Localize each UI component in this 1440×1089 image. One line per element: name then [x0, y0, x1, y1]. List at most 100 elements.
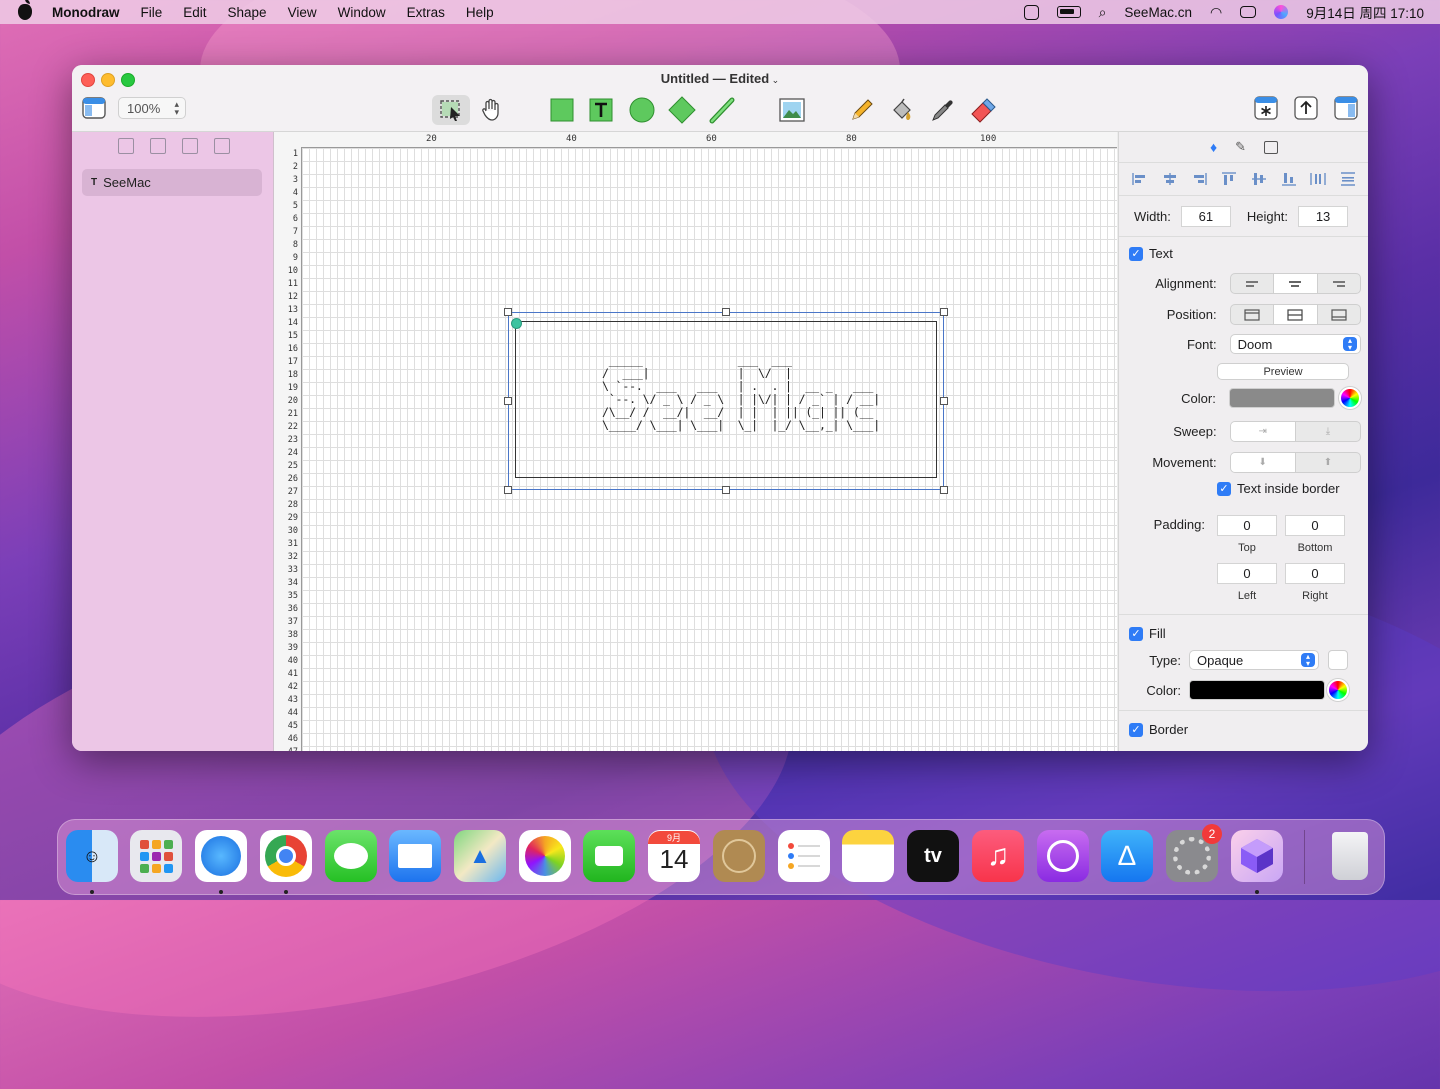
- safari-icon[interactable]: [195, 830, 247, 882]
- movement-segmented[interactable]: ⬇ ⬆: [1229, 452, 1361, 473]
- text-align-right-icon[interactable]: [1318, 274, 1360, 293]
- style-inspector-tab-icon[interactable]: ✎: [1235, 139, 1246, 155]
- finder-icon[interactable]: ☺: [66, 830, 118, 882]
- resize-handle-top-left[interactable]: [504, 308, 512, 316]
- contacts-icon[interactable]: [713, 830, 765, 882]
- fill-checkbox-row[interactable]: ✓ Fill: [1129, 626, 1166, 641]
- pencil-tool[interactable]: [843, 95, 881, 125]
- resize-handle-bottom-left[interactable]: [504, 486, 512, 494]
- anchor-handle[interactable]: [511, 318, 522, 329]
- move-down-icon[interactable]: ⬇: [1230, 453, 1296, 472]
- menu-view[interactable]: View: [288, 5, 317, 20]
- color-picker-icon[interactable]: [1339, 387, 1361, 409]
- position-middle-icon[interactable]: [1274, 305, 1318, 324]
- clock[interactable]: 9月14日 周四 17:10: [1306, 2, 1424, 22]
- sweep-vertical-icon[interactable]: ⤓: [1296, 422, 1360, 441]
- facetime-icon[interactable]: [583, 830, 635, 882]
- launchpad-icon[interactable]: [130, 830, 182, 882]
- search-icon[interactable]: ⌕: [1099, 4, 1107, 21]
- oval-tool[interactable]: [623, 95, 661, 125]
- app-status-icon[interactable]: [1023, 4, 1039, 20]
- monodraw-icon[interactable]: [1231, 830, 1283, 882]
- position-bottom-icon[interactable]: [1318, 305, 1360, 324]
- sidebar-toggle-button[interactable]: [82, 94, 106, 122]
- checkmark-icon[interactable]: ✓: [1129, 246, 1143, 261]
- group-icon[interactable]: [118, 138, 134, 154]
- battery-icon[interactable]: [1056, 6, 1081, 18]
- padding-left-field[interactable]: 0: [1217, 563, 1277, 584]
- padding-right-field[interactable]: 0: [1285, 563, 1345, 584]
- apple-tv-icon[interactable]: tv: [907, 830, 959, 882]
- zoom-level-stepper[interactable]: 100% ▴ ▾: [118, 97, 186, 119]
- menu-edit[interactable]: Edit: [183, 5, 206, 20]
- eraser-tool[interactable]: [963, 95, 1001, 125]
- reminders-icon[interactable]: [778, 830, 830, 882]
- resize-handle-bottom[interactable]: [722, 486, 730, 494]
- select-tool[interactable]: [432, 95, 470, 125]
- line-tool[interactable]: [703, 95, 741, 125]
- padding-top-field[interactable]: 0: [1217, 515, 1277, 536]
- distribute-horizontal-icon[interactable]: [1310, 172, 1327, 186]
- wifi-icon[interactable]: ◠: [1210, 4, 1222, 21]
- border-checkbox-row[interactable]: ✓ Border: [1129, 722, 1188, 737]
- podcasts-icon[interactable]: [1037, 830, 1089, 882]
- align-left-icon[interactable]: [1132, 172, 1148, 186]
- maps-icon[interactable]: ▲: [454, 830, 506, 882]
- align-top-icon[interactable]: [1221, 172, 1237, 186]
- text-tool[interactable]: [582, 95, 620, 125]
- text-align-left-icon[interactable]: [1231, 274, 1275, 293]
- sweep-segmented[interactable]: ⇥ ⤓: [1229, 421, 1361, 442]
- padding-bottom-field[interactable]: 0: [1285, 515, 1345, 536]
- system-preferences-icon[interactable]: 2: [1166, 824, 1222, 882]
- menu-window[interactable]: Window: [338, 5, 386, 20]
- checkmark-icon[interactable]: ✓: [1129, 722, 1143, 737]
- font-preview-button[interactable]: Preview: [1217, 363, 1349, 380]
- image-tool[interactable]: [773, 95, 811, 125]
- shape-inspector-tab-icon[interactable]: ♦: [1210, 139, 1217, 155]
- fill-color-well[interactable]: [1189, 680, 1325, 700]
- text-alignment-segmented[interactable]: [1229, 273, 1361, 294]
- mail-icon[interactable]: [389, 830, 441, 882]
- window-title[interactable]: Untitled — Edited ⌄: [72, 71, 1368, 86]
- resize-handle-top[interactable]: [722, 308, 730, 316]
- resize-handle-top-right[interactable]: [940, 308, 948, 316]
- ascii-text-art[interactable]: _____ ___ ___ / ___| | \/ | \ `--. ___ _…: [602, 354, 880, 432]
- eyedropper-tool[interactable]: [923, 95, 961, 125]
- trash-icon[interactable]: [1324, 830, 1376, 882]
- checkmark-icon[interactable]: ✓: [1217, 481, 1231, 496]
- width-field[interactable]: 61: [1180, 206, 1231, 227]
- calendar-icon[interactable]: 9月 14: [648, 830, 700, 882]
- chrome-icon[interactable]: [260, 830, 312, 882]
- notes-icon[interactable]: [842, 830, 894, 882]
- document-inspector-tab-icon[interactable]: [1264, 140, 1279, 154]
- align-right-icon[interactable]: [1191, 172, 1208, 186]
- move-up-icon[interactable]: ⬆: [1296, 453, 1360, 472]
- text-checkbox-row[interactable]: ✓ Text: [1129, 246, 1173, 261]
- height-field[interactable]: 13: [1298, 206, 1349, 227]
- distribute-vertical-icon[interactable]: [1340, 172, 1356, 186]
- menu-help[interactable]: Help: [466, 5, 494, 20]
- photos-icon[interactable]: [519, 830, 571, 882]
- align-bottom-icon[interactable]: [1281, 172, 1297, 186]
- drawing-canvas[interactable]: 20 40 60 80 100 1 2 3 4 5 6 7 8 9 10 11 12 13 14 15 16 1…: [274, 132, 1117, 751]
- rectangle-tool[interactable]: [543, 95, 581, 125]
- fill-type-popup[interactable]: Opaque ▴ ▾: [1189, 650, 1319, 670]
- siri-icon[interactable]: [1274, 5, 1289, 19]
- align-middle-icon[interactable]: [1251, 172, 1267, 186]
- checkmark-icon[interactable]: ✓: [1129, 626, 1143, 641]
- text-inside-border-row[interactable]: ✓ Text inside border: [1217, 481, 1340, 496]
- text-align-center-icon[interactable]: [1274, 274, 1318, 293]
- library-button[interactable]: [1254, 94, 1278, 122]
- position-top-icon[interactable]: [1231, 305, 1275, 324]
- diamond-tool[interactable]: [663, 95, 701, 125]
- app-store-icon[interactable]: ∆: [1101, 830, 1153, 882]
- apple-menu-icon[interactable]: [18, 0, 32, 20]
- inspector-toggle-button[interactable]: [1334, 94, 1358, 122]
- color-picker-icon[interactable]: [1327, 679, 1349, 701]
- ungroup-icon[interactable]: [150, 138, 166, 154]
- hand-tool[interactable]: [472, 95, 510, 125]
- menu-extras[interactable]: Extras: [407, 5, 445, 20]
- bring-forward-icon[interactable]: [182, 138, 198, 154]
- text-color-well[interactable]: [1228, 388, 1336, 408]
- resize-handle-left[interactable]: [504, 397, 512, 405]
